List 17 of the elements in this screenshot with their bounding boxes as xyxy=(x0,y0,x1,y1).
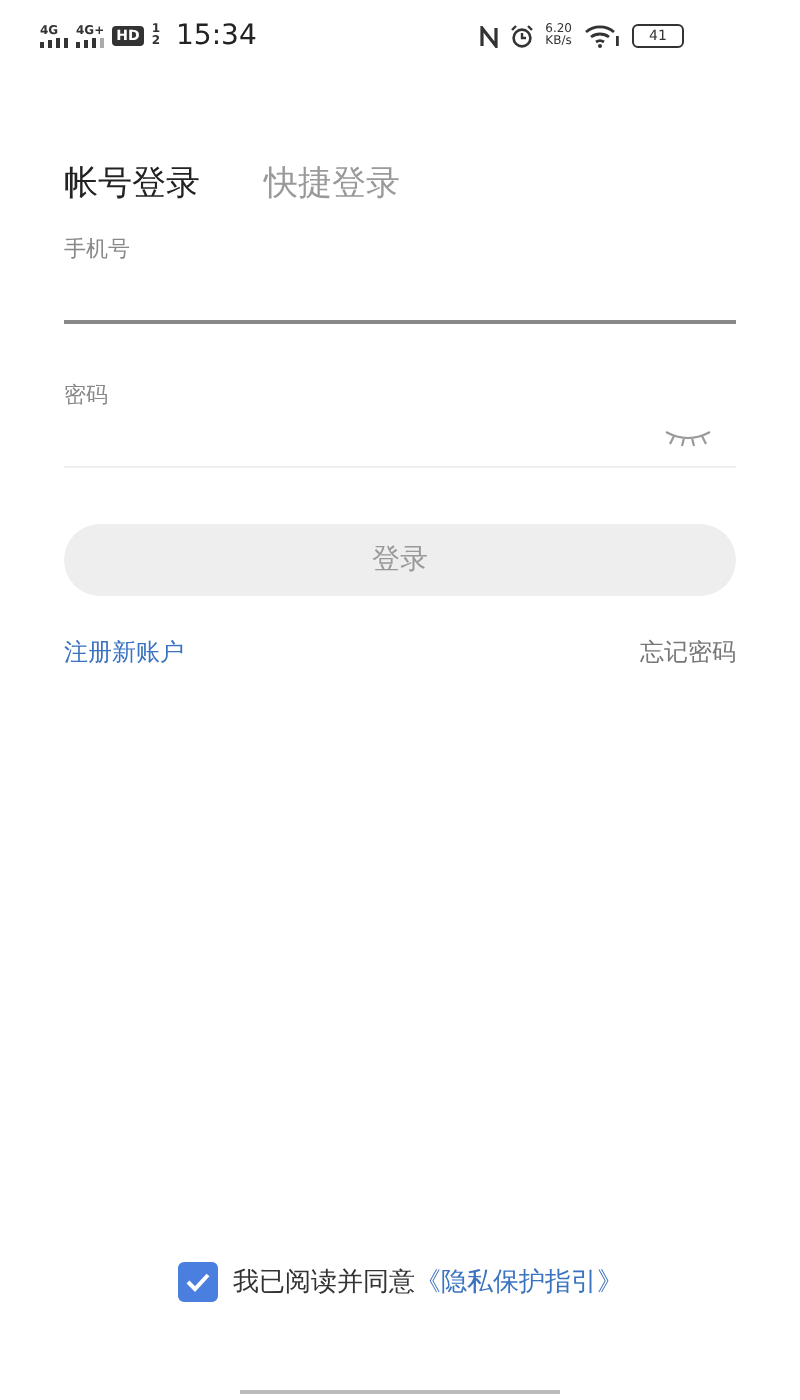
privacy-link[interactable]: 《隐私保护指引》 xyxy=(415,1264,623,1300)
wifi-icon xyxy=(584,24,620,48)
login-tab[interactable]: 帐号登录 xyxy=(64,160,200,206)
login-tab[interactable]: 快捷登录 xyxy=(264,160,400,206)
alarm-icon xyxy=(509,24,534,48)
agreement-checkbox[interactable] xyxy=(177,1262,217,1302)
forgot-password-link[interactable]: 忘记密码 xyxy=(640,636,736,670)
clock-time: 15:34 xyxy=(176,20,257,52)
input-field[interactable]: 手机号 xyxy=(64,234,736,324)
register-link[interactable]: 注册新账户 xyxy=(64,636,184,670)
field-label: 密码 xyxy=(64,380,110,410)
input-field[interactable]: 密码 xyxy=(64,380,736,468)
closed-eye-icon[interactable] xyxy=(664,428,712,448)
agreement-text: 我已阅读并同意 xyxy=(233,1266,415,1300)
check-icon xyxy=(183,1270,211,1294)
field-label: 手机号 xyxy=(64,234,132,264)
nfc-icon xyxy=(479,25,498,47)
